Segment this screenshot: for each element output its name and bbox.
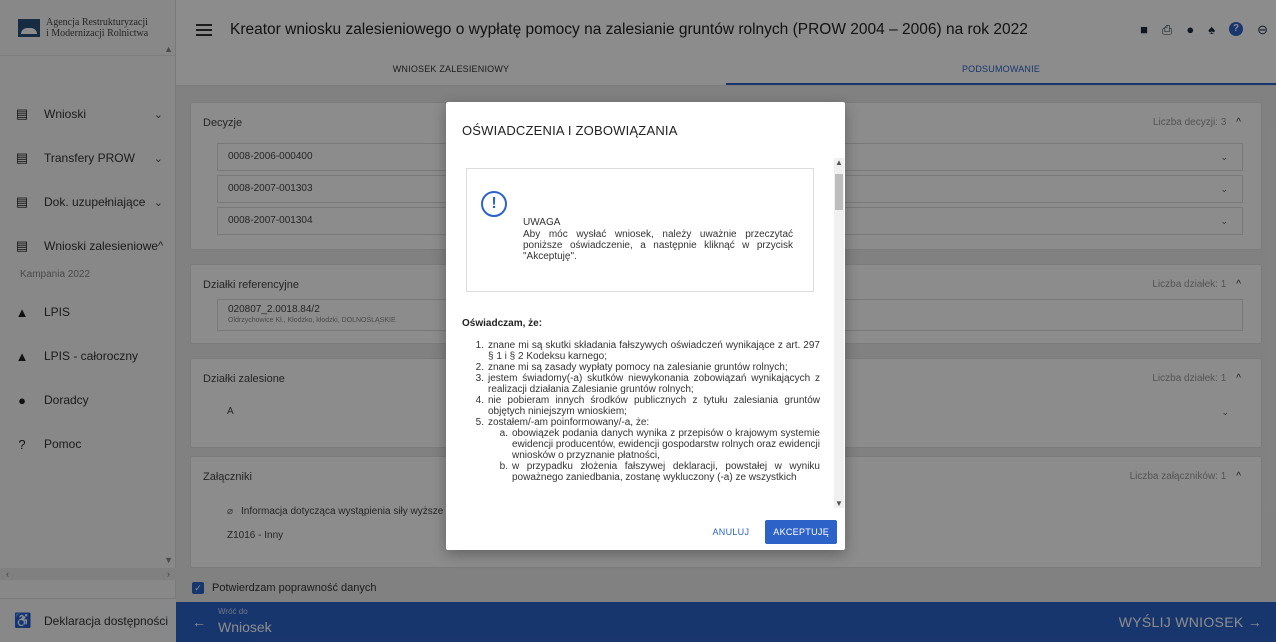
notice-title: UWAGA	[523, 217, 561, 228]
scroll-down-icon[interactable]: ▼	[835, 499, 843, 508]
scroll-thumb[interactable]	[835, 174, 843, 210]
list-item: 2. znane mi są zasady wypłaty pomocy na z…	[475, 362, 788, 373]
declaration-list: 1. znane mi są skutki składania fałszywyc…	[460, 340, 820, 483]
info-alert-icon: !	[481, 191, 507, 217]
dialog-title: OŚWIADCZENIA I ZOBOWIĄZANIA	[462, 123, 678, 138]
list-item: 5. zostałem/-am poinformowany/-a, że:	[475, 417, 650, 428]
dialog-actions: ANULUJ AKCEPTUJĘ	[704, 520, 837, 544]
cancel-button[interactable]: ANULUJ	[704, 521, 757, 543]
dialog-body: ! UWAGA Aby móc wysłać wniosek, należy u…	[460, 158, 834, 508]
scroll-up-icon[interactable]: ▲	[835, 158, 843, 167]
notice-box: ! UWAGA Aby móc wysłać wniosek, należy u…	[466, 168, 814, 292]
list-subitem: a. obowiązek podania danych wynika z prze…	[499, 428, 820, 461]
notice-body: Aby móc wysłać wniosek, należy uważnie p…	[523, 229, 793, 262]
list-subitem: b. w przypadku złożenia fałszywej deklara…	[499, 461, 820, 483]
list-item: 1. znane mi są skutki składania fałszywyc…	[475, 340, 820, 362]
list-item: 4. nie pobieram innych środków publicznyc…	[475, 395, 820, 417]
list-item: 3. jestem świadomy(-a) skutków niewykonan…	[475, 373, 820, 395]
declarations-dialog: OŚWIADCZENIA I ZOBOWIĄZANIA ! UWAGA Aby …	[446, 102, 845, 550]
declaration-heading: Oświadczam, że:	[462, 318, 543, 329]
dialog-scrollbar[interactable]: ▲ ▼	[834, 158, 844, 508]
accept-button[interactable]: AKCEPTUJĘ	[765, 520, 837, 544]
